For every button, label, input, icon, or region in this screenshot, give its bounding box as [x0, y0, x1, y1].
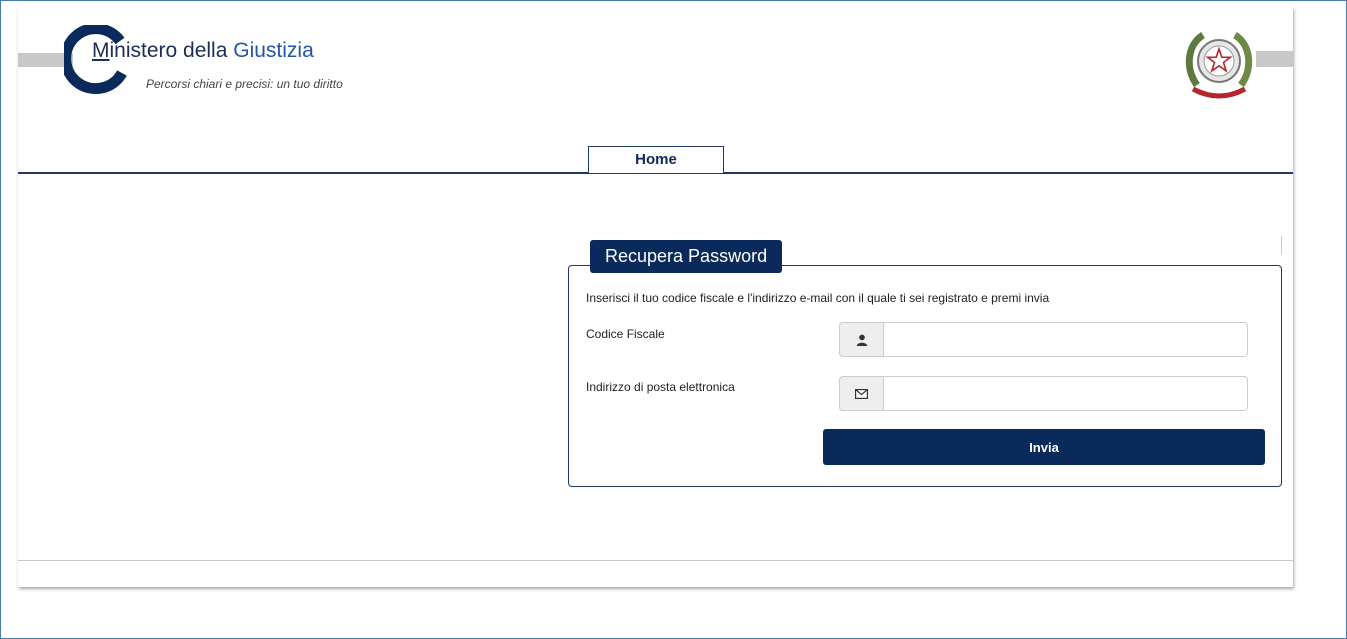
codice-fiscale-input[interactable] [883, 322, 1248, 357]
nav-tab-home[interactable]: Home [588, 146, 724, 173]
codice-fiscale-addon [839, 322, 883, 357]
header-stripe-right [1256, 51, 1293, 67]
brand-title: Ministero della Giustizia [92, 39, 314, 63]
divider-tick [1281, 236, 1282, 254]
user-icon [856, 334, 867, 346]
brand-title-main: inistero della [109, 39, 234, 62]
brand-title-initial: M [92, 39, 110, 62]
envelope-icon [855, 388, 868, 399]
footer-divider [18, 560, 1293, 561]
email-addon [839, 376, 883, 411]
invia-button[interactable]: Invia [823, 429, 1265, 465]
page-container: Ministero della Giustizia Percorsi chiar… [18, 7, 1293, 587]
email-input[interactable] [883, 376, 1248, 411]
codice-fiscale-label: Codice Fiscale [586, 327, 665, 341]
codice-fiscale-input-group [839, 322, 1248, 357]
email-input-group [839, 376, 1248, 411]
brand-title-accent: Giustizia [233, 39, 314, 62]
italian-republic-emblem-icon [1185, 32, 1253, 99]
email-label: Indirizzo di posta elettronica [586, 380, 735, 394]
brand-tagline: Percorsi chiari e precisi: un tuo diritt… [146, 77, 343, 91]
panel-legend: Recupera Password [590, 240, 783, 273]
form-instructions: Inserisci il tuo codice fiscale e l'indi… [586, 291, 1050, 305]
